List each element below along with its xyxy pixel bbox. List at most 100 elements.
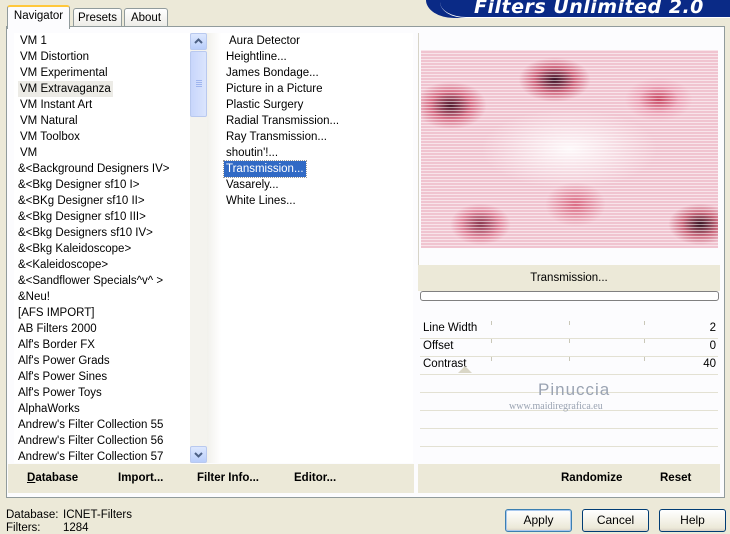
watermark-name: Pinuccia (538, 380, 611, 399)
filter-list[interactable]: Aura Detector Heightline... James Bondage.… (221, 33, 413, 463)
filter-item[interactable]: Plastic Surgery (224, 97, 305, 113)
category-item[interactable]: AB Filters 2000 (16, 321, 99, 337)
scroll-down-button[interactable] (190, 446, 207, 463)
filter-item[interactable]: Aura Detector (227, 33, 302, 49)
filter-item[interactable]: shoutin'!... (224, 145, 280, 161)
preview-image[interactable] (421, 50, 718, 248)
category-item[interactable]: VM Extravaganza (18, 81, 113, 97)
category-item[interactable]: &<Bkg Designer sf10 III> (16, 209, 148, 225)
preview-scanlines (421, 50, 718, 248)
button-label: Randomize (561, 472, 623, 484)
category-item[interactable]: Alf's Power Sines (16, 369, 109, 385)
scroll-thumb[interactable] (190, 51, 207, 117)
param-value: 2 (709, 322, 716, 334)
tab-about[interactable]: About (124, 8, 168, 27)
status-database-label: Database: (6, 509, 59, 521)
preview-label-bar: Transmission... (418, 265, 720, 291)
tab-label: Navigator (13, 10, 64, 22)
category-scrollbar[interactable] (190, 33, 207, 463)
filter-item[interactable]: Vasarely... (224, 177, 281, 193)
button-label: atabase (35, 472, 79, 484)
grip-line (196, 84, 202, 85)
param-value: 40 (703, 358, 716, 370)
filter-item[interactable]: Radial Transmission... (224, 113, 341, 129)
button-label: Cancel (596, 513, 635, 527)
param-label: Offset (423, 340, 454, 352)
category-item[interactable]: Alf's Power Toys (16, 385, 104, 401)
category-item[interactable]: &<Background Designers IV> (16, 161, 172, 177)
progress-bar (420, 291, 719, 301)
param-slider-row[interactable]: Offset 0 (420, 339, 718, 357)
reset-button[interactable]: Reset (660, 472, 691, 484)
tab-presets[interactable]: Presets (73, 8, 122, 27)
category-item[interactable]: &<BKg Designer sf10 II> (16, 193, 147, 209)
contrast-slider-indicator[interactable] (458, 366, 472, 373)
scroll-up-button[interactable] (190, 33, 207, 50)
button-label: Apply (523, 513, 554, 527)
slider-tick (491, 357, 492, 361)
category-item[interactable]: [AFS IMPORT] (16, 305, 96, 321)
empty-slider-row (420, 429, 718, 447)
slider-tick (491, 321, 492, 325)
filter-item[interactable]: Transmission... (223, 160, 307, 178)
button-label: Filter Info... (197, 472, 259, 484)
import-button[interactable]: Import... (118, 472, 163, 484)
category-item[interactable]: AlphaWorks (16, 401, 82, 417)
slider-tick (644, 339, 645, 343)
filter-item[interactable]: Ray Transmission... (224, 129, 329, 145)
button-label: Import... (118, 472, 164, 484)
status-database-value: ICNET-Filters (63, 509, 132, 521)
category-item[interactable]: Alf's Power Grads (16, 353, 112, 369)
filter-item[interactable]: James Bondage... (224, 65, 321, 81)
watermark-url: www.maidiregrafica.eu (509, 401, 603, 412)
app-title: Filters Unlimited 2.0 (474, 0, 704, 18)
button-label: Editor... (294, 472, 337, 484)
slider-tick (569, 357, 570, 361)
filter-info-button[interactable]: Filter Info... (197, 472, 259, 484)
category-item[interactable]: Alf's Border FX (16, 337, 97, 353)
param-slider-row[interactable]: Line Width 2 (420, 321, 718, 339)
list-divider (207, 33, 221, 463)
category-item[interactable]: &<Bkg Designer sf10 I> (16, 177, 141, 193)
category-item[interactable]: VM (18, 145, 39, 161)
category-item[interactable]: VM Natural (18, 113, 80, 129)
grip-line (196, 82, 202, 83)
category-item[interactable]: &<Kaleidoscope> (16, 257, 110, 273)
button-label: Help (680, 513, 705, 527)
param-label: Line Width (423, 322, 478, 334)
randomize-button[interactable]: Randomize (561, 472, 622, 484)
category-item[interactable]: VM 1 (18, 33, 49, 49)
category-item[interactable]: &<Bkg Designers sf10 IV> (16, 225, 155, 241)
category-item[interactable]: Andrew's Filter Collection 56 (16, 433, 165, 449)
grip-line (196, 86, 202, 87)
status-filters-label: Filters: (6, 522, 41, 534)
param-value: 0 (709, 340, 716, 352)
category-item[interactable]: VM Toolbox (18, 129, 82, 145)
category-list[interactable]: VM 1 VM Distortion VM Experimental VM Extra… (14, 33, 190, 463)
category-item[interactable]: &<Bkg Kaleidoscope> (16, 241, 133, 257)
database-button[interactable]: Database (27, 472, 78, 484)
category-item[interactable]: VM Instant Art (18, 97, 94, 113)
chevron-down-icon (194, 452, 203, 458)
filter-item[interactable]: Picture in a Picture (224, 81, 325, 97)
category-item[interactable]: &Neu! (16, 289, 52, 305)
grip-line (196, 80, 202, 81)
status-filters-value: 1284 (63, 522, 89, 534)
filter-item[interactable]: Heightline... (224, 49, 289, 65)
slider-tick (491, 339, 492, 343)
category-item[interactable]: VM Experimental (18, 65, 110, 81)
empty-slider-row (420, 411, 718, 429)
editor-button[interactable]: Editor... (294, 472, 336, 484)
category-item[interactable]: &<Sandflower Specials^v^ > (16, 273, 165, 289)
category-item[interactable]: Andrew's Filter Collection 57 (16, 449, 165, 463)
slider-tick (569, 321, 570, 325)
category-item[interactable]: Andrew's Filter Collection 55 (16, 417, 165, 433)
tab-label: Presets (78, 12, 117, 24)
preview-filter-name: Transmission... (530, 272, 608, 284)
tab-navigator[interactable]: Navigator (7, 5, 70, 29)
filter-item[interactable]: White Lines... (224, 193, 298, 209)
category-item[interactable]: VM Distortion (18, 49, 91, 65)
slider-tick (644, 321, 645, 325)
slider-tick (569, 339, 570, 343)
button-label: Reset (660, 472, 692, 484)
